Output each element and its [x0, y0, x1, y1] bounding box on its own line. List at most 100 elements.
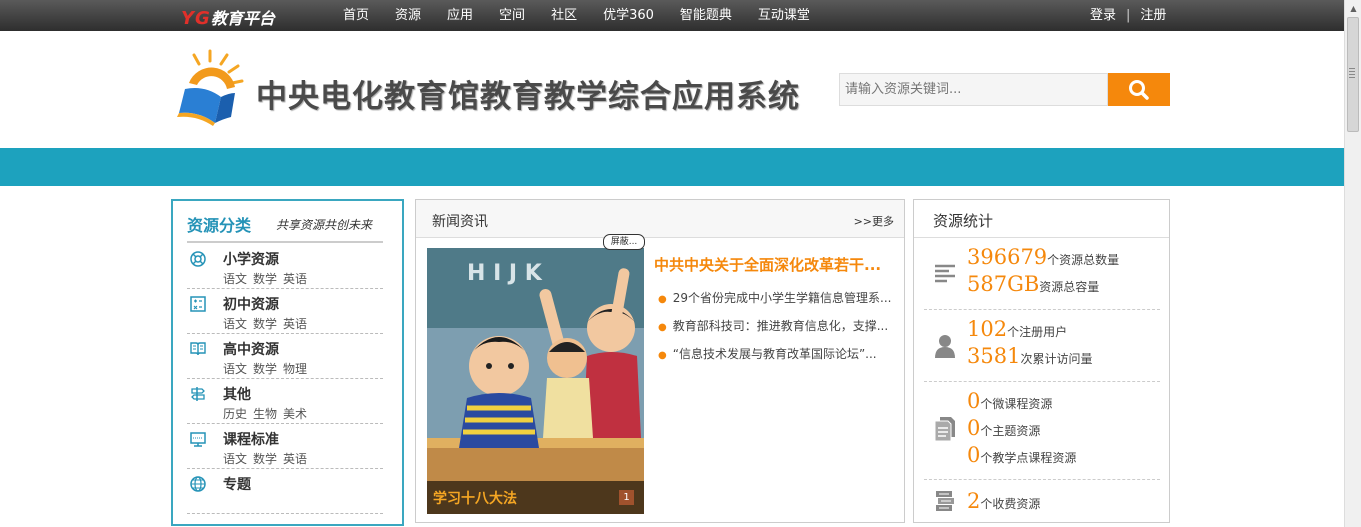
news-item[interactable]: ● “信息技术发展与教育改革国际论坛”...: [658, 346, 893, 374]
list-icon: [935, 264, 955, 283]
news-item[interactable]: ● 29个省份完成中小学生学籍信息管理系...: [658, 290, 893, 318]
stat-label: 个注册用户: [1007, 325, 1068, 339]
classroom-photo: H I J K: [427, 248, 644, 514]
stats-header: 资源统计: [914, 200, 1169, 238]
nav-item-home[interactable]: 首页: [343, 0, 369, 31]
news-photo[interactable]: H I J K 学习十八大法 1: [427, 248, 644, 514]
subject-link[interactable]: 数学: [253, 272, 277, 286]
nav-item-resources[interactable]: 资源: [395, 0, 421, 31]
stat-value: 0: [967, 416, 981, 440]
books-icon: [936, 491, 954, 511]
subject-link[interactable]: 英语: [283, 452, 307, 466]
stat-row: 3581次累计访问量: [967, 344, 1092, 368]
subject-link[interactable]: 美术: [283, 407, 307, 421]
category-item-senior[interactable]: 高中资源 语文 数学 物理: [187, 334, 383, 379]
subject-link[interactable]: 数学: [253, 362, 277, 376]
block-popup-bubble[interactable]: 屏蔽...: [603, 234, 645, 250]
signpost-icon: [191, 387, 205, 401]
category-slogan: 共享资源共创未来: [276, 218, 373, 232]
news-item-text: 教育部科技司：推进教育信息化，支撑...: [672, 319, 889, 333]
register-link[interactable]: 注册: [1140, 8, 1166, 23]
category-subjects: 历史 生物 美术: [223, 405, 313, 422]
nav-item-apps[interactable]: 应用: [447, 0, 473, 31]
news-header: 新闻资讯 >>更多: [416, 200, 904, 238]
subject-link[interactable]: 语文: [223, 452, 247, 466]
nav-item-question-bank[interactable]: 智能题典: [680, 0, 732, 31]
site-logo-icon: [177, 49, 244, 126]
category-item-junior[interactable]: 初中资源 语文 数学 英语: [187, 289, 383, 334]
subject-link[interactable]: 语文: [223, 272, 247, 286]
nav-item-community[interactable]: 社区: [551, 0, 577, 31]
news-item-text: 29个省份完成中小学生学籍信息管理系...: [672, 291, 892, 305]
main-nav: 首页 资源 应用 空间 社区 优学360 智能题典 互动课堂: [343, 0, 836, 31]
category-subjects: 语文 数学 英语: [223, 270, 313, 287]
teal-banner: [0, 148, 1344, 186]
stat-row: 587GB资源总容量: [967, 272, 1099, 296]
category-item-curriculum[interactable]: 课程标准 语文 数学 英语: [187, 424, 383, 469]
news-more-link[interactable]: >>更多: [854, 213, 894, 229]
search-input[interactable]: [839, 73, 1108, 106]
stat-group-courses: 0个微课程资源 0个主题资源 0个教学点课程资源: [924, 382, 1160, 480]
open-book-icon: [190, 342, 206, 356]
subject-link[interactable]: 英语: [283, 272, 307, 286]
category-panel-title: 资源分类: [187, 216, 252, 235]
photo-caption-bar: 学习十八大法 1: [427, 481, 644, 514]
subject-link[interactable]: 物理: [283, 362, 307, 376]
subject-link[interactable]: 语文: [223, 362, 247, 376]
stat-group-resources: 396679个资源总数量 587GB资源总容量: [924, 238, 1160, 310]
user-icon: [935, 335, 955, 358]
lifebuoy-icon: [190, 251, 206, 267]
calculator-icon: [190, 296, 206, 312]
category-list: 小学资源 语文 数学 英语 初中资源 语文 数学 英语 高中资源 语文 数学 物理: [187, 244, 383, 514]
scrollbar-grip-icon: [1349, 68, 1355, 78]
subject-link[interactable]: 生物: [253, 407, 277, 421]
brand-suffix: 教育平台: [210, 9, 275, 28]
stat-label: 资源总容量: [1039, 280, 1100, 294]
stat-value: 2: [967, 489, 981, 513]
top-navigation-bar: YG教育平台 首页 资源 应用 空间 社区 优学360 智能题典 互动课堂 登录…: [0, 0, 1344, 31]
stat-row: 396679个资源总数量: [967, 245, 1119, 269]
site-title: 中央电化教育馆教育教学综合应用系统: [256, 79, 800, 115]
nav-item-interactive-class[interactable]: 互动课堂: [758, 0, 810, 31]
search-button[interactable]: [1108, 73, 1170, 106]
stats-title: 资源统计: [933, 212, 994, 230]
subject-link[interactable]: 数学: [253, 452, 277, 466]
news-headline[interactable]: 中共中央关于全面深化改革若干...: [654, 254, 881, 275]
resource-category-panel: 资源分类 共享资源共创未来 小学资源 语文 数学 英语 初中资源 语文 数学 英语: [171, 199, 404, 526]
stat-row: 0个主题资源: [967, 416, 1040, 440]
category-name: 小学资源: [223, 252, 279, 268]
category-subjects: 语文 数学 英语: [223, 450, 313, 467]
stat-group-users: 102个注册用户 3581次累计访问量: [924, 310, 1160, 382]
category-name: 专题: [223, 477, 251, 493]
stat-value: 102: [967, 317, 1008, 341]
category-name: 初中资源: [223, 297, 279, 313]
stat-value: 587GB: [967, 272, 1040, 296]
stat-value: 0: [967, 389, 981, 413]
category-item-other[interactable]: 其他 历史 生物 美术: [187, 379, 383, 424]
stat-label: 个资源总数量: [1047, 253, 1120, 267]
category-divider: [187, 241, 383, 243]
brand-logo[interactable]: YG教育平台: [181, 5, 275, 29]
subject-link[interactable]: 历史: [223, 407, 247, 421]
auth-links: 登录 | 注册: [1090, 0, 1344, 31]
nav-item-youxue360[interactable]: 优学360: [603, 0, 654, 31]
category-item-topics[interactable]: 专题: [187, 469, 383, 514]
bullet-icon: ●: [658, 322, 667, 333]
vertical-scrollbar[interactable]: ▲: [1344, 0, 1361, 527]
photo-index-badge[interactable]: 1: [619, 490, 634, 505]
bullet-icon: ●: [658, 294, 667, 305]
subject-link[interactable]: 语文: [223, 317, 247, 331]
nav-item-space[interactable]: 空间: [499, 0, 525, 31]
subject-link[interactable]: 英语: [283, 317, 307, 331]
category-name: 课程标准: [223, 432, 279, 448]
stat-row: 102个注册用户: [967, 317, 1067, 341]
resource-stats-panel: 资源统计 396679个资源总数量 587GB资源总容量 102个注册用户 35…: [913, 199, 1170, 523]
login-link[interactable]: 登录: [1090, 8, 1116, 23]
category-subjects: 语文 数学 物理: [223, 360, 313, 377]
category-item-primary[interactable]: 小学资源 语文 数学 英语: [187, 244, 383, 289]
auth-separator: |: [1126, 8, 1131, 23]
scroll-up-arrow-icon[interactable]: ▲: [1345, 0, 1361, 17]
news-item[interactable]: ● 教育部科技司：推进教育信息化，支撑...: [658, 318, 893, 346]
subject-link[interactable]: 数学: [253, 317, 277, 331]
stat-label: 个教学点课程资源: [980, 451, 1077, 465]
